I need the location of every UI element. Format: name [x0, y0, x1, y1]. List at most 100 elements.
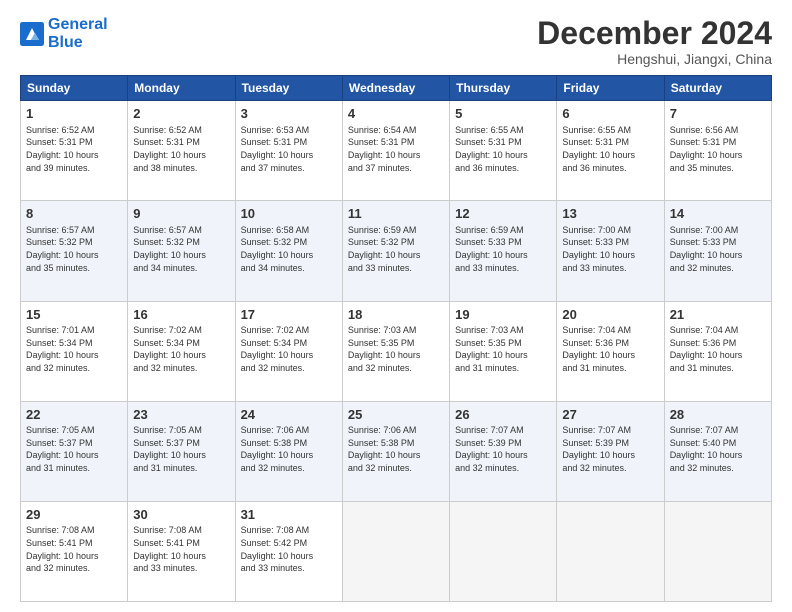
day-number: 4	[348, 105, 444, 123]
day-info: Sunrise: 6:59 AM Sunset: 5:32 PM Dayligh…	[348, 224, 444, 274]
day-number: 25	[348, 406, 444, 424]
table-row: 20Sunrise: 7:04 AM Sunset: 5:36 PM Dayli…	[557, 301, 664, 401]
table-row: 9Sunrise: 6:57 AM Sunset: 5:32 PM Daylig…	[128, 201, 235, 301]
table-row	[342, 501, 449, 601]
header-sunday: Sunday	[21, 76, 128, 101]
table-row: 27Sunrise: 7:07 AM Sunset: 5:39 PM Dayli…	[557, 401, 664, 501]
day-number: 19	[455, 306, 551, 324]
table-row: 17Sunrise: 7:02 AM Sunset: 5:34 PM Dayli…	[235, 301, 342, 401]
day-info: Sunrise: 7:07 AM Sunset: 5:39 PM Dayligh…	[562, 424, 658, 474]
table-row: 16Sunrise: 7:02 AM Sunset: 5:34 PM Dayli…	[128, 301, 235, 401]
day-info: Sunrise: 7:06 AM Sunset: 5:38 PM Dayligh…	[348, 424, 444, 474]
day-info: Sunrise: 6:52 AM Sunset: 5:31 PM Dayligh…	[26, 124, 122, 174]
day-info: Sunrise: 6:56 AM Sunset: 5:31 PM Dayligh…	[670, 124, 766, 174]
table-row: 24Sunrise: 7:06 AM Sunset: 5:38 PM Dayli…	[235, 401, 342, 501]
logo: General Blue	[20, 16, 108, 51]
table-row: 26Sunrise: 7:07 AM Sunset: 5:39 PM Dayli…	[450, 401, 557, 501]
day-info: Sunrise: 7:04 AM Sunset: 5:36 PM Dayligh…	[562, 324, 658, 374]
day-number: 28	[670, 406, 766, 424]
day-info: Sunrise: 7:08 AM Sunset: 5:41 PM Dayligh…	[26, 524, 122, 574]
day-number: 9	[133, 205, 229, 223]
logo-line2: Blue	[48, 34, 83, 51]
month-title: December 2024	[537, 16, 772, 51]
table-row: 11Sunrise: 6:59 AM Sunset: 5:32 PM Dayli…	[342, 201, 449, 301]
header: General Blue December 2024 Hengshui, Jia…	[20, 16, 772, 67]
table-row: 3Sunrise: 6:53 AM Sunset: 5:31 PM Daylig…	[235, 101, 342, 201]
day-info: Sunrise: 7:03 AM Sunset: 5:35 PM Dayligh…	[348, 324, 444, 374]
day-number: 27	[562, 406, 658, 424]
day-number: 23	[133, 406, 229, 424]
header-thursday: Thursday	[450, 76, 557, 101]
day-info: Sunrise: 7:06 AM Sunset: 5:38 PM Dayligh…	[241, 424, 337, 474]
title-block: December 2024 Hengshui, Jiangxi, China	[537, 16, 772, 67]
table-row: 14Sunrise: 7:00 AM Sunset: 5:33 PM Dayli…	[664, 201, 771, 301]
day-info: Sunrise: 7:08 AM Sunset: 5:42 PM Dayligh…	[241, 524, 337, 574]
day-info: Sunrise: 6:55 AM Sunset: 5:31 PM Dayligh…	[562, 124, 658, 174]
day-info: Sunrise: 7:00 AM Sunset: 5:33 PM Dayligh…	[670, 224, 766, 274]
day-info: Sunrise: 6:55 AM Sunset: 5:31 PM Dayligh…	[455, 124, 551, 174]
calendar-week-row: 1Sunrise: 6:52 AM Sunset: 5:31 PM Daylig…	[21, 101, 772, 201]
day-number: 30	[133, 506, 229, 524]
day-number: 22	[26, 406, 122, 424]
day-info: Sunrise: 6:53 AM Sunset: 5:31 PM Dayligh…	[241, 124, 337, 174]
header-wednesday: Wednesday	[342, 76, 449, 101]
table-row: 28Sunrise: 7:07 AM Sunset: 5:40 PM Dayli…	[664, 401, 771, 501]
calendar-header-row: Sunday Monday Tuesday Wednesday Thursday…	[21, 76, 772, 101]
day-info: Sunrise: 7:01 AM Sunset: 5:34 PM Dayligh…	[26, 324, 122, 374]
table-row: 18Sunrise: 7:03 AM Sunset: 5:35 PM Dayli…	[342, 301, 449, 401]
day-number: 10	[241, 205, 337, 223]
table-row: 1Sunrise: 6:52 AM Sunset: 5:31 PM Daylig…	[21, 101, 128, 201]
calendar-week-row: 22Sunrise: 7:05 AM Sunset: 5:37 PM Dayli…	[21, 401, 772, 501]
day-number: 13	[562, 205, 658, 223]
day-info: Sunrise: 7:05 AM Sunset: 5:37 PM Dayligh…	[26, 424, 122, 474]
logo-text: General Blue	[48, 16, 108, 51]
table-row	[557, 501, 664, 601]
day-number: 3	[241, 105, 337, 123]
day-info: Sunrise: 7:03 AM Sunset: 5:35 PM Dayligh…	[455, 324, 551, 374]
day-number: 14	[670, 205, 766, 223]
day-info: Sunrise: 6:58 AM Sunset: 5:32 PM Dayligh…	[241, 224, 337, 274]
table-row: 31Sunrise: 7:08 AM Sunset: 5:42 PM Dayli…	[235, 501, 342, 601]
calendar-week-row: 15Sunrise: 7:01 AM Sunset: 5:34 PM Dayli…	[21, 301, 772, 401]
table-row: 30Sunrise: 7:08 AM Sunset: 5:41 PM Dayli…	[128, 501, 235, 601]
day-info: Sunrise: 7:02 AM Sunset: 5:34 PM Dayligh…	[241, 324, 337, 374]
day-number: 17	[241, 306, 337, 324]
table-row: 7Sunrise: 6:56 AM Sunset: 5:31 PM Daylig…	[664, 101, 771, 201]
day-number: 11	[348, 205, 444, 223]
table-row: 15Sunrise: 7:01 AM Sunset: 5:34 PM Dayli…	[21, 301, 128, 401]
day-number: 1	[26, 105, 122, 123]
day-number: 16	[133, 306, 229, 324]
day-number: 31	[241, 506, 337, 524]
day-info: Sunrise: 7:05 AM Sunset: 5:37 PM Dayligh…	[133, 424, 229, 474]
day-number: 24	[241, 406, 337, 424]
table-row: 4Sunrise: 6:54 AM Sunset: 5:31 PM Daylig…	[342, 101, 449, 201]
day-info: Sunrise: 7:07 AM Sunset: 5:39 PM Dayligh…	[455, 424, 551, 474]
day-number: 26	[455, 406, 551, 424]
day-info: Sunrise: 6:52 AM Sunset: 5:31 PM Dayligh…	[133, 124, 229, 174]
day-number: 20	[562, 306, 658, 324]
header-tuesday: Tuesday	[235, 76, 342, 101]
day-number: 18	[348, 306, 444, 324]
table-row: 25Sunrise: 7:06 AM Sunset: 5:38 PM Dayli…	[342, 401, 449, 501]
table-row: 10Sunrise: 6:58 AM Sunset: 5:32 PM Dayli…	[235, 201, 342, 301]
day-number: 2	[133, 105, 229, 123]
day-info: Sunrise: 6:54 AM Sunset: 5:31 PM Dayligh…	[348, 124, 444, 174]
table-row: 23Sunrise: 7:05 AM Sunset: 5:37 PM Dayli…	[128, 401, 235, 501]
day-number: 8	[26, 205, 122, 223]
table-row: 21Sunrise: 7:04 AM Sunset: 5:36 PM Dayli…	[664, 301, 771, 401]
header-monday: Monday	[128, 76, 235, 101]
table-row: 12Sunrise: 6:59 AM Sunset: 5:33 PM Dayli…	[450, 201, 557, 301]
day-info: Sunrise: 6:57 AM Sunset: 5:32 PM Dayligh…	[26, 224, 122, 274]
table-row: 22Sunrise: 7:05 AM Sunset: 5:37 PM Dayli…	[21, 401, 128, 501]
day-number: 29	[26, 506, 122, 524]
calendar-week-row: 8Sunrise: 6:57 AM Sunset: 5:32 PM Daylig…	[21, 201, 772, 301]
table-row	[450, 501, 557, 601]
table-row: 8Sunrise: 6:57 AM Sunset: 5:32 PM Daylig…	[21, 201, 128, 301]
calendar-week-row: 29Sunrise: 7:08 AM Sunset: 5:41 PM Dayli…	[21, 501, 772, 601]
day-number: 21	[670, 306, 766, 324]
day-number: 15	[26, 306, 122, 324]
day-info: Sunrise: 6:59 AM Sunset: 5:33 PM Dayligh…	[455, 224, 551, 274]
day-info: Sunrise: 7:00 AM Sunset: 5:33 PM Dayligh…	[562, 224, 658, 274]
table-row	[664, 501, 771, 601]
table-row: 29Sunrise: 7:08 AM Sunset: 5:41 PM Dayli…	[21, 501, 128, 601]
